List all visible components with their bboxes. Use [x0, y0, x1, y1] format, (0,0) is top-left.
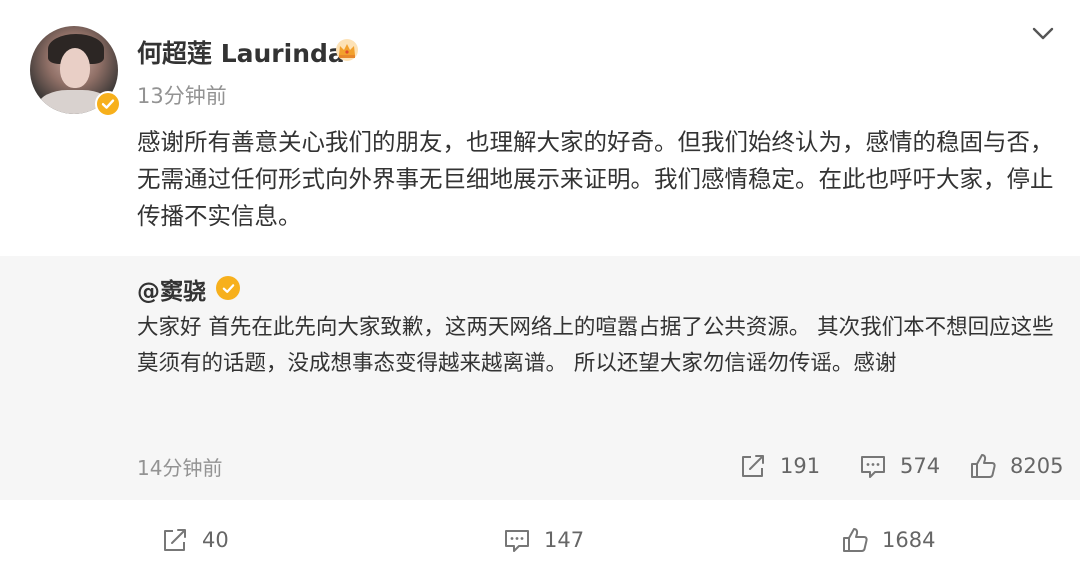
repost-like-button[interactable]: 8205 — [968, 452, 1063, 480]
weibo-post: 何超莲 Laurinda 13分钟前 感谢所有善意关心我们的朋友，也理解大家的好… — [0, 0, 1080, 566]
verified-badge-icon — [216, 276, 240, 300]
comment-icon — [505, 530, 529, 552]
username[interactable]: 何超莲 Laurinda — [137, 34, 345, 70]
like-icon — [971, 454, 996, 478]
repost-comment-count: 574 — [900, 454, 941, 478]
like-count: 1684 — [882, 528, 936, 552]
like-button[interactable]: 1684 — [840, 526, 935, 554]
repost-timestamp[interactable]: 14分钟前 — [137, 452, 222, 481]
comment-button[interactable]: 147 — [502, 526, 584, 554]
repost-share-count: 191 — [780, 454, 821, 478]
like-icon — [843, 528, 868, 552]
share-icon — [164, 529, 186, 551]
repost-like-count: 8205 — [1010, 454, 1064, 478]
repost-text: 大家好 首先在此先向大家致歉，这两天网络上的喧嚣占据了公共资源。 其次我们本不想… — [137, 315, 1054, 376]
verified-badge-icon — [95, 91, 121, 117]
comment-icon — [861, 456, 885, 478]
post-text: 感谢所有善意关心我们的朋友，也理解大家的好奇。但我们始终认为，感情的稳固与否，无… — [137, 128, 1054, 230]
repost-comment-button[interactable]: 574 — [858, 452, 940, 480]
crown-icon — [336, 39, 358, 61]
comment-count: 147 — [544, 528, 585, 552]
share-button[interactable]: 40 — [160, 526, 229, 554]
repost-card[interactable]: @窦骁 大家好 首先在此先向大家致歉，这两天网络上的喧嚣占据了公共资源。 其次我… — [0, 256, 1080, 500]
share-icon — [742, 455, 764, 477]
post-timestamp[interactable]: 13分钟前 — [137, 80, 227, 110]
chevron-down-icon[interactable] — [1030, 22, 1056, 44]
share-count: 40 — [202, 528, 229, 552]
repost-share-button[interactable]: 191 — [738, 452, 820, 480]
repost-author[interactable]: @窦骁 — [137, 272, 206, 306]
